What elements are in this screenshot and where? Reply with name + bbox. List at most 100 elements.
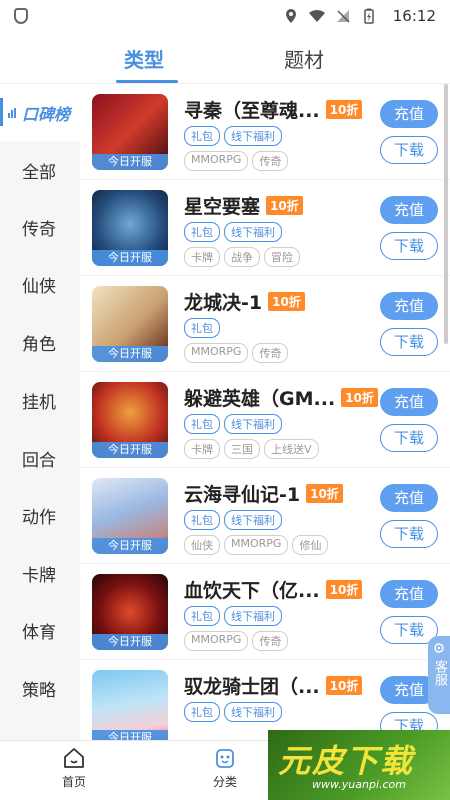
- sidebar-item-legend[interactable]: 传奇: [0, 199, 80, 256]
- tag-genre: 仙侠: [184, 535, 220, 555]
- discount-badge: 10折: [306, 484, 343, 503]
- game-list-item[interactable]: 今日开服 云海寻仙记-1 10折 礼包 线下福利 仙侠 MMORPG 修仙 充值…: [80, 468, 450, 564]
- recharge-button[interactable]: 充值: [380, 292, 438, 320]
- open-today-banner: 今日开服: [92, 346, 168, 362]
- tag-genre: 三国: [224, 439, 260, 459]
- sidebar-item-action[interactable]: 动作: [0, 487, 80, 544]
- discount-badge: 10折: [268, 292, 305, 311]
- recharge-button[interactable]: 充值: [380, 100, 438, 128]
- category-sidebar: 口碑榜 全部 传奇 仙侠 角色 挂机 回合 动作 卡牌 体育 策略: [0, 84, 80, 740]
- game-name: 龙城决-1: [184, 292, 263, 314]
- sidebar-item-role[interactable]: 角色: [0, 314, 80, 371]
- tag-genre: 传奇: [252, 631, 289, 651]
- download-button[interactable]: 下载: [380, 424, 438, 452]
- discount-badge: 10折: [325, 580, 363, 599]
- game-list-item[interactable]: 今日开服 星空要塞 10折 礼包 线下福利 卡牌 战争 冒险 充值 下载: [80, 180, 450, 276]
- bar-chart-icon: [8, 107, 16, 118]
- no-signal-icon: [336, 10, 350, 23]
- wifi-icon: [308, 9, 325, 22]
- game-thumbnail: 今日开服: [92, 670, 168, 740]
- sidebar-item-sports[interactable]: 体育: [0, 602, 80, 659]
- game-list-item[interactable]: 今日开服 驭龙骑士团（... 10折 礼包 线下福利 充值 下载: [80, 660, 450, 740]
- game-title-row: 血饮天下（亿... 10折: [184, 576, 363, 603]
- game-list-item[interactable]: 今日开服 龙城决-1 10折 礼包 MMORPG 传奇 充值 下载: [80, 276, 450, 372]
- sidebar-item-card[interactable]: 卡牌: [0, 545, 80, 602]
- tag-genre: 传奇: [252, 151, 289, 171]
- open-today-banner: 今日开服: [92, 154, 168, 170]
- recharge-button[interactable]: 充值: [380, 196, 438, 224]
- genre-tags: 卡牌 战争 冒险: [184, 247, 300, 267]
- game-name: 躲避英雄（GM...: [184, 388, 336, 410]
- genre-tags: MMORPG 传奇: [184, 343, 289, 363]
- top-tab-bar: 类型 题材: [0, 32, 450, 84]
- sidebar-item-all[interactable]: 全部: [0, 142, 80, 199]
- genre-tags: 卡牌 三国 上线送V: [184, 439, 319, 459]
- tag-genre: 战争: [224, 247, 260, 267]
- status-icons: 16:12: [283, 7, 436, 25]
- tab-theme[interactable]: 题材: [284, 44, 324, 73]
- category-icon: [216, 749, 234, 768]
- nav-home[interactable]: 首页: [44, 747, 104, 790]
- game-thumbnail: 今日开服: [92, 382, 168, 458]
- sidebar-item-reputation[interactable]: 口碑榜: [0, 84, 80, 141]
- game-title-row: 驭龙骑士团（... 10折: [184, 672, 363, 699]
- tag-gift: 礼包: [184, 126, 220, 146]
- open-today-banner: 今日开服: [92, 442, 168, 458]
- game-name: 星空要塞: [184, 196, 261, 218]
- benefit-tags: 礼包: [184, 318, 220, 338]
- tag-offline-benefit: 线下福利: [224, 702, 282, 722]
- tag-genre: MMORPG: [224, 535, 289, 555]
- benefit-tags: 礼包 线下福利: [184, 606, 282, 626]
- clock: 16:12: [392, 7, 436, 25]
- tag-offline-benefit: 线下福利: [224, 414, 282, 434]
- watermark-url: www.yuanpi.com: [312, 778, 407, 791]
- service-icon: [434, 643, 444, 653]
- game-thumbnail: 今日开服: [92, 286, 168, 362]
- tag-genre: 卡牌: [184, 247, 220, 267]
- tag-gift: 礼包: [184, 702, 220, 722]
- game-list-item[interactable]: 今日开服 血饮天下（亿... 10折 礼包 线下福利 MMORPG 传奇 充值 …: [80, 564, 450, 660]
- discount-badge: 10折: [266, 196, 303, 215]
- game-list-item[interactable]: 今日开服 躲避英雄（GM... 10折 礼包 线下福利 卡牌 三国 上线送V 充…: [80, 372, 450, 468]
- game-list-item[interactable]: 今日开服 寻秦（至尊魂... 10折 礼包 线下福利 MMORPG 传奇 充值 …: [80, 84, 450, 180]
- sidebar-item-turn-based[interactable]: 回合: [0, 430, 80, 487]
- benefit-tags: 礼包 线下福利: [184, 510, 282, 530]
- sidebar-item-strategy[interactable]: 策略: [0, 660, 80, 717]
- discount-badge: 10折: [325, 676, 363, 695]
- sidebar-item-xianxia[interactable]: 仙侠: [0, 256, 80, 313]
- tab-type[interactable]: 类型: [124, 44, 164, 73]
- game-name: 云海寻仙记-1: [184, 484, 301, 506]
- recharge-button[interactable]: 充值: [380, 388, 438, 416]
- tag-genre: 传奇: [252, 343, 289, 363]
- game-title-row: 寻秦（至尊魂... 10折: [184, 96, 363, 123]
- download-button[interactable]: 下载: [380, 328, 438, 356]
- customer-service-button[interactable]: 客服: [428, 636, 450, 714]
- nav-category[interactable]: 分类: [195, 747, 255, 790]
- list-scrollbar[interactable]: [444, 84, 448, 344]
- download-button[interactable]: 下载: [380, 232, 438, 260]
- tag-genre: 冒险: [264, 247, 300, 267]
- location-icon: [285, 9, 296, 23]
- game-title-row: 躲避英雄（GM... 10折: [184, 384, 378, 411]
- recharge-button[interactable]: 充值: [380, 580, 438, 608]
- watermark-text: 元皮下载: [278, 742, 415, 780]
- open-today-banner: 今日开服: [92, 634, 168, 650]
- sidebar-item-idle[interactable]: 挂机: [0, 372, 80, 429]
- tag-gift: 礼包: [184, 318, 220, 338]
- tag-genre: MMORPG: [184, 631, 249, 651]
- tag-gift: 礼包: [184, 414, 220, 434]
- tag-genre: 修仙: [292, 535, 329, 555]
- game-thumbnail: 今日开服: [92, 190, 168, 266]
- status-bar: 16:12: [0, 0, 450, 32]
- game-name: 驭龙骑士团（...: [184, 676, 320, 698]
- recharge-button[interactable]: 充值: [380, 484, 438, 512]
- game-title-row: 云海寻仙记-1 10折: [184, 480, 343, 507]
- open-today-banner: 今日开服: [92, 538, 168, 554]
- tag-offline-benefit: 线下福利: [224, 126, 282, 146]
- discount-badge: 10折: [325, 100, 363, 119]
- download-button[interactable]: 下载: [380, 136, 438, 164]
- download-button[interactable]: 下载: [380, 520, 438, 548]
- battery-icon: [364, 8, 374, 24]
- genre-tags: MMORPG 传奇: [184, 631, 289, 651]
- open-today-banner: 今日开服: [92, 730, 168, 740]
